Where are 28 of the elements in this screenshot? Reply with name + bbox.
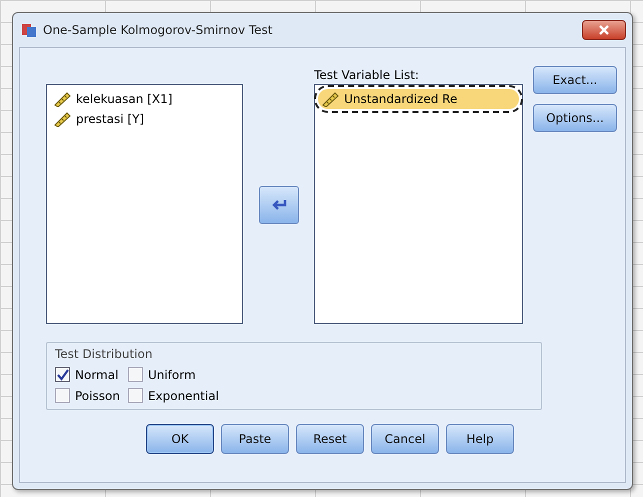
dialog-button[interactable]: OK (146, 424, 214, 454)
side-button[interactable]: Exact... (532, 66, 617, 94)
distribution-checkbox[interactable]: Exponential (128, 388, 219, 403)
check-icon (56, 368, 68, 380)
dialog-button[interactable]: Cancel (371, 424, 439, 454)
list-label: Test Variable List: (314, 67, 420, 84)
app-icon (21, 22, 37, 38)
variable-item[interactable]: Unstandardized Re (318, 89, 519, 109)
dialog-button[interactable]: Paste (221, 424, 289, 454)
dialog-button[interactable]: Help (446, 424, 514, 454)
variable-item[interactable]: prestasi [Y] (50, 109, 240, 129)
ruler-icon (321, 91, 340, 107)
distribution-checkbox[interactable]: Poisson (55, 388, 120, 403)
side-button[interactable]: Options... (532, 104, 617, 132)
variable-item[interactable]: kelekuasan [X1] (50, 89, 240, 109)
ruler-icon (53, 111, 71, 127)
group-title: Test Distribution (55, 347, 154, 361)
ruler-icon (53, 91, 71, 107)
distribution-checkbox[interactable]: Uniform (128, 367, 219, 382)
dialog-button[interactable]: Reset (296, 424, 364, 454)
test-variable-list[interactable]: Unstandardized Re (314, 84, 523, 324)
distribution-checkbox[interactable]: Normal (55, 367, 120, 382)
variable-list[interactable]: kelekuasan [X1] prestasi [Y] (46, 84, 244, 324)
close-button[interactable] (582, 20, 626, 40)
move-button[interactable] (258, 186, 299, 224)
close-icon (598, 24, 610, 36)
arrow-icon (270, 199, 287, 211)
window-title: One-Sample Kolmogorov-Smirnov Test (43, 23, 274, 37)
